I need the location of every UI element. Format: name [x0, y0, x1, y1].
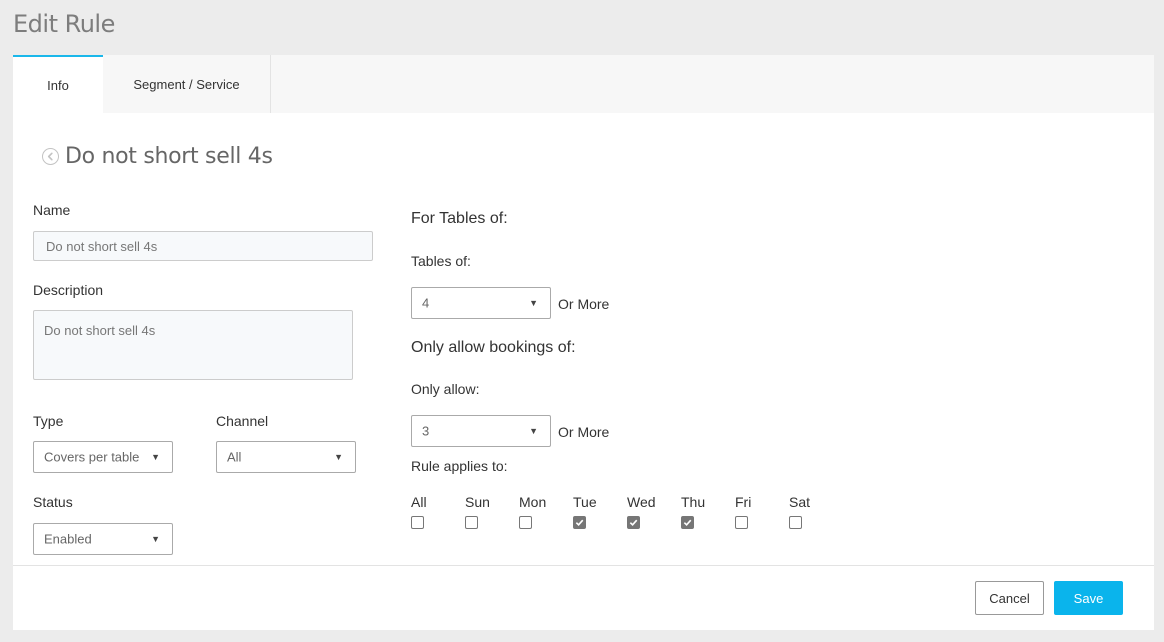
type-select[interactable]: Covers per table ▼ [33, 441, 173, 473]
cancel-button[interactable]: Cancel [975, 581, 1044, 615]
tables-or-more-label: Or More [558, 296, 610, 312]
rule-title: Do not short sell 4s [42, 144, 273, 169]
tab-info[interactable]: Info [13, 55, 103, 113]
only-allow-label: Only allow: [411, 381, 480, 397]
caret-down-icon: ▼ [151, 452, 160, 462]
caret-down-icon: ▼ [334, 452, 343, 462]
channel-select-value: All [227, 449, 242, 465]
day-thu: Thu [681, 494, 721, 529]
day-wed: Wed [627, 494, 667, 529]
chevron-left-circle-icon[interactable] [42, 148, 59, 165]
day-label: Wed [627, 494, 656, 510]
tab-segment-service[interactable]: Segment / Service [103, 55, 271, 113]
tables-heading: For Tables of: [411, 210, 508, 227]
rule-title-text: Do not short sell 4s [65, 144, 273, 169]
name-label: Name [33, 202, 71, 218]
tab-bar: Info Segment / Service [13, 55, 1154, 113]
checkmark-icon [629, 519, 638, 527]
channel-select[interactable]: All ▼ [216, 441, 356, 473]
day-label: All [411, 494, 427, 510]
status-select-value: Enabled [44, 531, 92, 547]
bookings-or-more-label: Or More [558, 424, 610, 440]
day-label: Tue [573, 494, 597, 510]
rule-editor-card: Info Segment / Service Do not short sell… [13, 55, 1154, 630]
only-allow-select[interactable]: 3 ▼ [411, 415, 551, 447]
status-select[interactable]: Enabled ▼ [33, 523, 173, 555]
caret-down-icon: ▼ [151, 534, 160, 544]
day-sat: Sat [789, 494, 829, 529]
day-label: Sun [465, 494, 490, 510]
caret-down-icon: ▼ [529, 298, 538, 308]
footer-divider [13, 565, 1154, 566]
type-select-value: Covers per table [44, 449, 140, 465]
day-label: Fri [735, 494, 752, 510]
day-label: Mon [519, 494, 547, 510]
name-input[interactable] [33, 231, 373, 261]
page-title: Edit Rule [13, 10, 115, 38]
tables-of-label: Tables of: [411, 253, 471, 269]
description-textarea[interactable]: Do not short sell 4s [33, 310, 353, 380]
day-label: Thu [681, 494, 706, 510]
day-label: Sat [789, 494, 811, 510]
day-sun-checkbox[interactable] [465, 516, 478, 529]
day-tue: Tue [573, 494, 613, 529]
day-all: All [411, 494, 451, 529]
day-mon: Mon [519, 494, 559, 529]
description-label: Description [33, 282, 104, 298]
day-tue-checkbox[interactable] [573, 516, 586, 529]
day-fri: Fri [735, 494, 775, 529]
day-thu-checkbox[interactable] [681, 516, 694, 529]
checkmark-icon [575, 519, 584, 527]
day-wed-checkbox[interactable] [627, 516, 640, 529]
channel-label: Channel [216, 413, 269, 429]
bookings-heading: Only allow bookings of: [411, 339, 576, 356]
save-button[interactable]: Save [1054, 581, 1123, 615]
tables-of-select[interactable]: 4 ▼ [411, 287, 551, 319]
only-allow-select-value: 3 [422, 423, 430, 439]
tables-of-select-value: 4 [422, 295, 430, 311]
status-label: Status [33, 494, 73, 510]
day-sat-checkbox[interactable] [789, 516, 802, 529]
day-mon-checkbox[interactable] [519, 516, 532, 529]
checkmark-icon [683, 519, 692, 527]
type-label: Type [33, 413, 64, 429]
caret-down-icon: ▼ [529, 426, 538, 436]
day-all-checkbox[interactable] [411, 516, 424, 529]
rule-applies-label: Rule applies to: [411, 458, 508, 474]
day-fri-checkbox[interactable] [735, 516, 748, 529]
day-sun: Sun [465, 494, 505, 529]
